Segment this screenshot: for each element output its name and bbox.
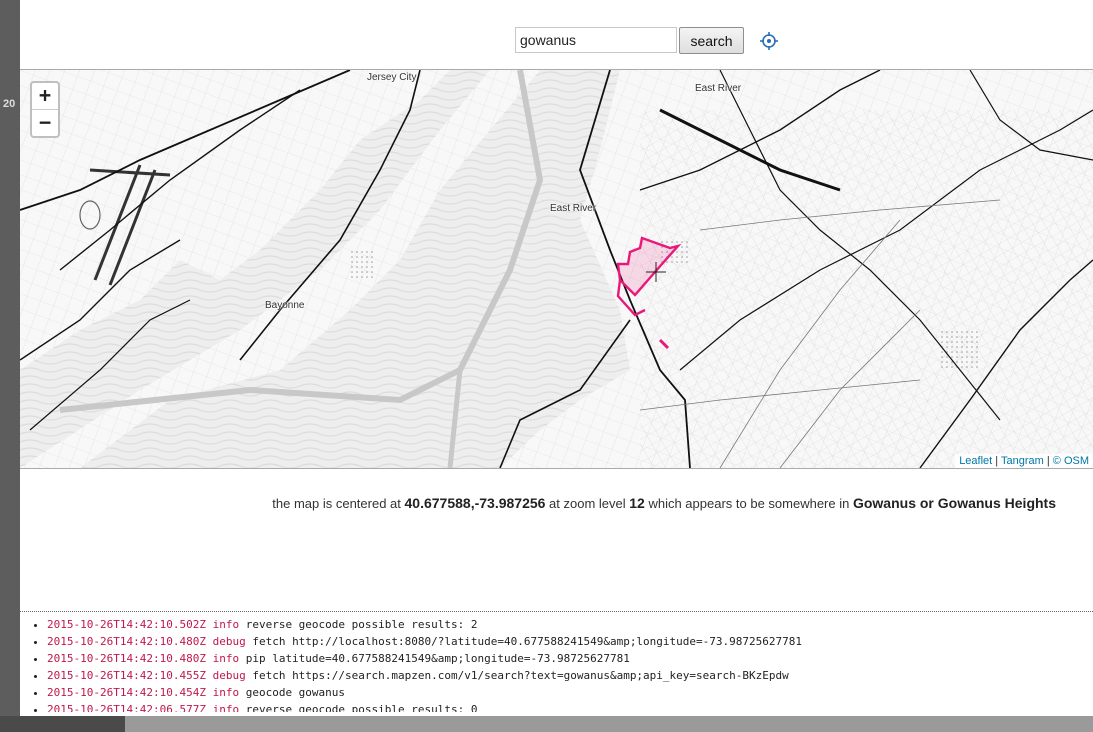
- log-list: 2015-10-26T14:42:10.502Z info reverse ge…: [20, 616, 1093, 712]
- log-entry: 2015-10-26T14:42:10.480Z info pip latitu…: [47, 650, 1093, 667]
- attribution-tangram-link[interactable]: Tangram: [1001, 455, 1044, 467]
- log-timestamp: 2015-10-26T14:42:10.480Z: [47, 652, 206, 665]
- log-message: pip latitude=40.677588241549&amp;longitu…: [245, 652, 630, 665]
- log-level: info: [212, 686, 240, 699]
- log-timestamp: 2015-10-26T14:42:10.480Z: [47, 635, 206, 648]
- status-mid: at zoom level: [545, 496, 630, 511]
- status-coords: 40.677588,-73.987256: [404, 495, 546, 511]
- log-timestamp: 2015-10-26T14:42:10.502Z: [47, 618, 206, 631]
- map-status-text: the map is centered at 40.677588,-73.987…: [20, 495, 1056, 511]
- log-level: debug: [212, 635, 246, 648]
- map[interactable]: + − Jersey City East River East River Ba…: [20, 69, 1093, 469]
- zoom-control: + −: [30, 81, 60, 138]
- map-label-bayonne: Bayonne: [265, 300, 305, 311]
- status-prefix: the map is centered at: [272, 496, 405, 511]
- log-timestamp: 2015-10-26T14:42:06.577Z: [47, 703, 206, 712]
- attribution-separator-2: |: [1043, 455, 1053, 467]
- log-message: fetch http://localhost:8080/?latitude=40…: [252, 635, 803, 648]
- zoom-out-button[interactable]: −: [32, 110, 58, 136]
- attribution-osm-link[interactable]: © OSM: [1053, 455, 1089, 467]
- search-input[interactable]: [515, 27, 677, 53]
- zoom-in-button[interactable]: +: [32, 83, 58, 110]
- window-left-strip: 20: [0, 0, 20, 732]
- crosshair-icon[interactable]: [759, 31, 779, 51]
- log-level: info: [212, 618, 240, 631]
- log-entry: 2015-10-26T14:42:10.454Z info geocode go…: [47, 684, 1093, 701]
- log-message: geocode gowanus: [245, 686, 346, 699]
- map-tiles[interactable]: [20, 70, 1093, 468]
- status-suffix: which appears to be somewhere in: [644, 496, 853, 511]
- log-level: info: [212, 652, 240, 665]
- map-label-east-river-1: East River: [695, 83, 742, 94]
- status-zoom: 12: [629, 495, 645, 511]
- log-message: fetch https://search.mapzen.com/v1/searc…: [252, 669, 789, 682]
- log-panel[interactable]: 2015-10-26T14:42:10.502Z info reverse ge…: [20, 611, 1093, 712]
- log-timestamp: 2015-10-26T14:42:10.455Z: [47, 669, 206, 682]
- window-bottom-strip: [0, 716, 1093, 732]
- window-bottom-dark: [0, 716, 125, 732]
- log-message: reverse geocode possible results: 0: [245, 703, 478, 712]
- window-left-number: 20: [3, 98, 16, 110]
- log-level: info: [212, 703, 240, 712]
- log-entry: 2015-10-26T14:42:10.502Z info reverse ge…: [47, 616, 1093, 633]
- status-place: Gowanus or Gowanus Heights: [852, 495, 1056, 511]
- window-bottom-light: [125, 716, 1093, 732]
- log-timestamp: 2015-10-26T14:42:10.454Z: [47, 686, 206, 699]
- log-message: reverse geocode possible results: 2: [245, 618, 478, 631]
- log-level: debug: [212, 669, 246, 682]
- attribution-separator-1: |: [992, 455, 1001, 467]
- attribution-leaflet-link[interactable]: Leaflet: [959, 455, 992, 467]
- map-label-east-river-2: East River: [550, 203, 597, 214]
- search-button[interactable]: search: [679, 27, 744, 54]
- log-entry: 2015-10-26T14:42:10.455Z debug fetch htt…: [47, 667, 1093, 684]
- log-entry: 2015-10-26T14:42:10.480Z debug fetch htt…: [47, 633, 1093, 650]
- page: search: [20, 0, 1093, 716]
- log-entry: 2015-10-26T14:42:06.577Z info reverse ge…: [47, 701, 1093, 712]
- map-label-jersey-city: Jersey City: [367, 72, 417, 83]
- map-attribution: Leaflet | Tangram | © OSM: [955, 454, 1093, 468]
